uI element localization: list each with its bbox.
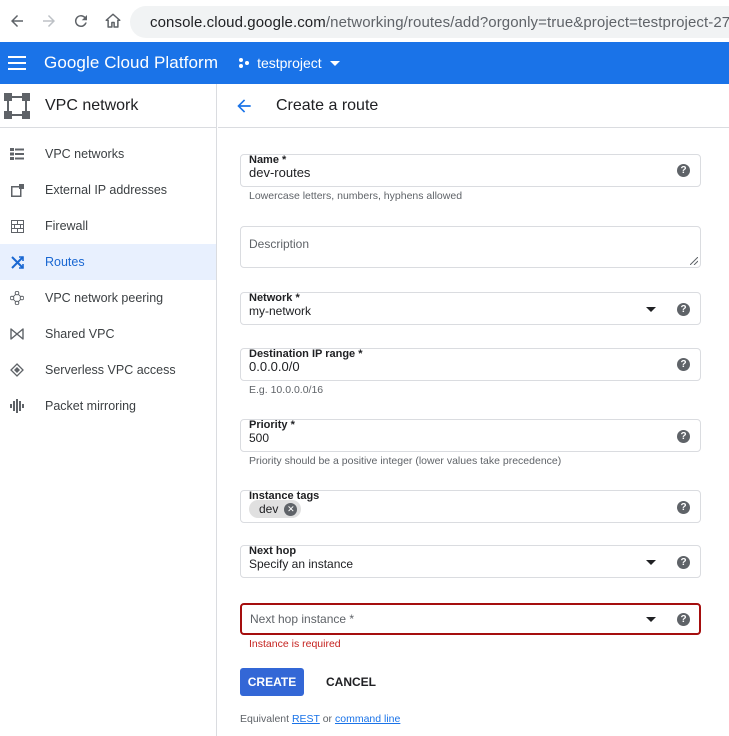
peering-icon	[9, 290, 25, 306]
chevron-down-icon	[329, 60, 340, 66]
sidebar-nav: VPC networks External IP addresses Firew…	[0, 136, 216, 424]
address-bar[interactable]: console.cloud.google.com/networking/rout…	[130, 6, 729, 38]
name-field[interactable]: Name * dev-routes ?	[240, 154, 701, 187]
shared-vpc-icon	[9, 326, 25, 342]
sidebar-item-vpc-networks[interactable]: VPC networks	[0, 136, 216, 172]
next-hop-instance-select[interactable]: Next hop instance * ?	[240, 603, 701, 635]
sidebar-item-label: Routes	[45, 255, 85, 269]
create-button[interactable]: CREATE	[240, 668, 304, 696]
sidebar-item-label: VPC network peering	[45, 291, 164, 305]
name-value: dev-routes	[249, 165, 311, 180]
help-icon[interactable]: ?	[677, 164, 690, 177]
next-hop-select[interactable]: Next hop Specify an instance ?	[240, 545, 701, 578]
reload-icon	[74, 15, 87, 28]
sidebar-item-label: Firewall	[45, 219, 89, 233]
help-icon[interactable]: ?	[677, 303, 690, 316]
cancel-button[interactable]: CANCEL	[316, 668, 386, 696]
priority-hint: Priority should be a positive integer (l…	[249, 455, 562, 467]
sidebar-header: VPC network	[0, 84, 216, 128]
sidebar-item-firewall[interactable]: Firewall	[0, 208, 216, 244]
sidebar-item-external-ip[interactable]: External IP addresses	[0, 172, 216, 208]
sidebar-item-label: External IP addresses	[45, 183, 168, 197]
back-arrow-icon[interactable]	[234, 96, 254, 116]
vpc-network-logo-icon	[4, 92, 30, 119]
sidebar-item-shared-vpc[interactable]: Shared VPC	[0, 316, 216, 352]
next-hop-instance-placeholder: Next hop instance *	[250, 612, 355, 626]
project-icon	[239, 58, 250, 68]
network-label: Network *	[249, 292, 300, 304]
equivalent-or: or	[322, 713, 333, 725]
sidebar-title: VPC network	[45, 96, 139, 114]
rest-link[interactable]: REST	[292, 713, 320, 725]
firewall-icon	[9, 218, 25, 234]
project-picker[interactable]: testproject	[238, 55, 340, 71]
sidebar-item-label: Packet mirroring	[45, 399, 136, 413]
next-hop-label: Next hop	[249, 545, 297, 557]
name-hint: Lowercase letters, numbers, hyphens allo…	[249, 190, 463, 202]
help-icon[interactable]: ?	[677, 358, 690, 371]
hamburger-menu-button[interactable]	[0, 42, 34, 84]
instance-tags-field[interactable]: Instance tags dev ✕ ?	[240, 490, 701, 523]
dropdown-arrow-icon	[646, 560, 656, 565]
next-hop-instance-error: Instance is required	[249, 638, 341, 650]
sidebar-item-label: Serverless VPC access	[45, 363, 176, 377]
external-ip-icon	[9, 182, 25, 198]
dropdown-arrow-icon	[646, 617, 656, 622]
back-button[interactable]	[2, 6, 32, 36]
priority-value: 500	[249, 431, 270, 445]
equivalent-links: Equivalent REST or command line	[240, 713, 400, 725]
dropdown-arrow-icon	[646, 307, 656, 312]
equivalent-prefix: Equivalent	[240, 713, 290, 725]
routes-icon	[9, 254, 25, 270]
reload-button[interactable]	[66, 6, 96, 36]
brand-title[interactable]: Google Cloud Platform	[44, 53, 218, 73]
destination-hint: E.g. 10.0.0.0/16	[249, 384, 324, 396]
priority-field[interactable]: Priority * 500 ?	[240, 419, 701, 452]
forward-arrow-icon	[43, 15, 55, 27]
command-line-link[interactable]: command line	[335, 713, 400, 725]
sidebar-item-routes[interactable]: Routes	[0, 244, 216, 280]
sidebar-item-label: VPC networks	[45, 147, 125, 161]
menu-icon	[8, 56, 26, 70]
close-icon[interactable]: ✕	[284, 502, 298, 516]
console-header: Google Cloud Platform testproject	[0, 42, 729, 84]
page-title: Create a route	[276, 96, 379, 114]
sidebar-item-serverless-vpc[interactable]: Serverless VPC access	[0, 352, 216, 388]
network-value: my-network	[249, 304, 312, 318]
help-icon[interactable]: ?	[677, 613, 690, 626]
help-icon[interactable]: ?	[677, 501, 690, 514]
back-arrow-icon	[11, 15, 23, 27]
help-icon[interactable]: ?	[677, 556, 690, 569]
home-button[interactable]	[98, 6, 128, 36]
sidebar-item-vpc-peering[interactable]: VPC network peering	[0, 280, 216, 316]
serverless-icon	[9, 362, 25, 378]
packet-mirroring-icon	[9, 398, 25, 414]
sidebar-item-packet-mirroring[interactable]: Packet mirroring	[0, 388, 216, 424]
tag-chip-label: dev	[259, 502, 279, 516]
page-header: Create a route	[218, 84, 729, 128]
destination-value: 0.0.0.0/0	[249, 359, 300, 374]
tag-chip: dev ✕	[249, 500, 302, 518]
help-icon[interactable]: ?	[677, 430, 690, 443]
sidebar-item-label: Shared VPC	[45, 327, 115, 341]
sidebar: VPC network VPC networks External IP add…	[0, 84, 217, 736]
network-select[interactable]: Network * my-network ?	[240, 292, 701, 325]
forward-button[interactable]	[34, 6, 64, 36]
description-placeholder: Description	[249, 237, 310, 251]
home-icon	[105, 13, 121, 28]
url-text: console.cloud.google.com/networking/rout…	[150, 13, 729, 31]
priority-label: Priority *	[249, 419, 295, 431]
next-hop-value: Specify an instance	[249, 557, 354, 571]
browser-toolbar: console.cloud.google.com/networking/rout…	[0, 0, 729, 42]
description-field[interactable]: Description	[240, 226, 701, 268]
vpc-networks-icon	[9, 146, 25, 162]
destination-ip-field[interactable]: Destination IP range * 0.0.0.0/0 ?	[240, 348, 701, 381]
main-content: Create a route Name * dev-routes ? Lower…	[218, 84, 729, 736]
project-name: testproject	[257, 55, 322, 71]
resize-grip-icon[interactable]	[690, 257, 698, 265]
